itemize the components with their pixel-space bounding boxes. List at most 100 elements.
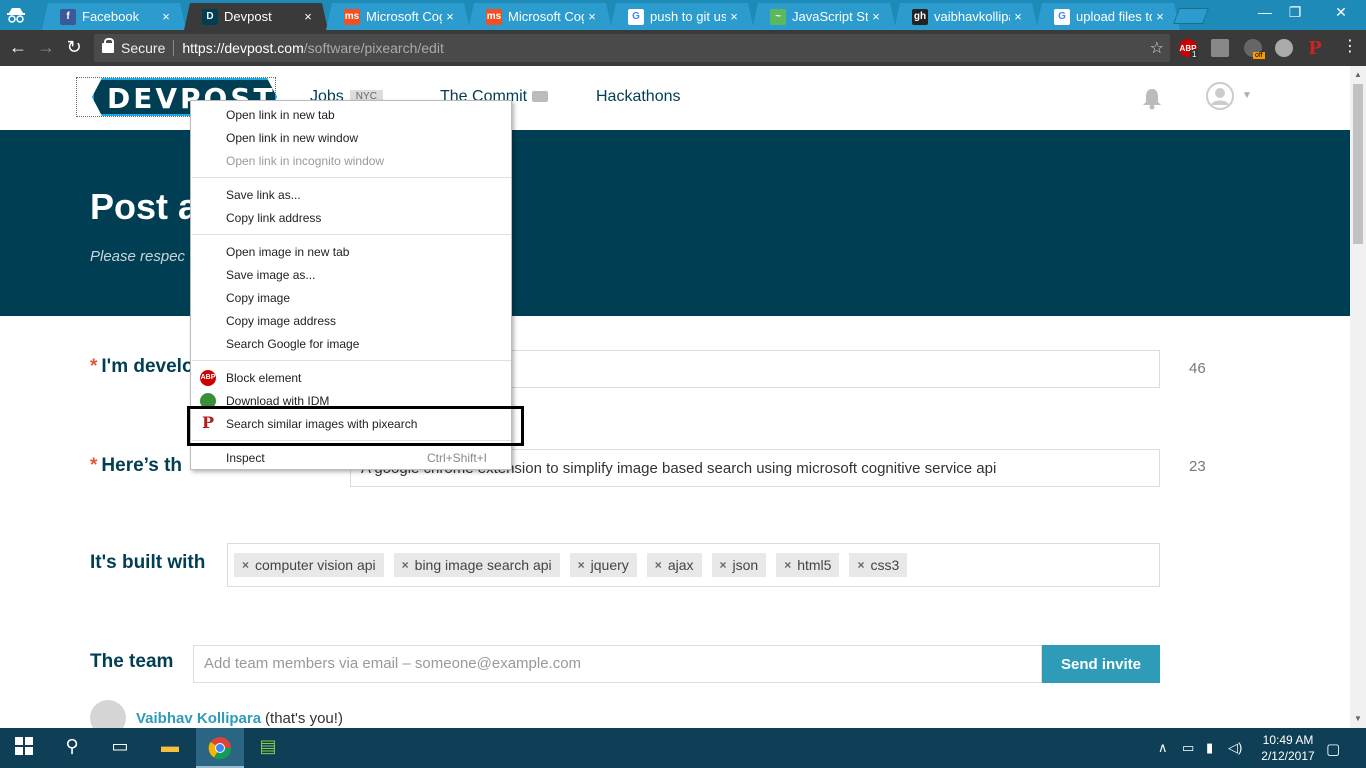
menu-copy-link-address[interactable]: Copy link address <box>191 207 511 229</box>
tag-remove-icon[interactable]: × <box>242 558 249 572</box>
adblock-count-badge: 1 <box>1190 50 1199 59</box>
tab-close-icon[interactable]: × <box>442 9 458 24</box>
menu-open-image-new-tab[interactable]: Open image in new tab <box>191 241 511 263</box>
menu-open-link-incognito: Open link in incognito window <box>226 154 385 168</box>
menu-block-element[interactable]: ABP Block element <box>191 367 511 389</box>
volume-icon[interactable]: ◁) <box>1228 740 1242 756</box>
system-clock[interactable]: 10:49 AM 2/12/2017 <box>1256 732 1320 764</box>
tag-remove-icon[interactable]: × <box>402 558 409 572</box>
chrome-menu-icon[interactable]: ⋮ <box>1340 38 1360 56</box>
send-invite-button[interactable]: Send invite <box>1042 645 1160 683</box>
bookmark-star-icon[interactable]: ☆ <box>1150 38 1164 58</box>
tag-remove-icon[interactable]: × <box>578 558 585 572</box>
tech-tag: × json <box>711 553 767 577</box>
reload-icon[interactable]: ↻ <box>64 38 84 56</box>
action-center-icon[interactable]: ▢ <box>1326 740 1340 758</box>
menu-copy-image[interactable]: Copy image <box>191 287 511 309</box>
scroll-thumb[interactable] <box>1353 84 1363 244</box>
browser-tab[interactable]: f Facebook × <box>42 3 186 30</box>
url-host: https://devpost.com <box>182 40 304 56</box>
tab-close-icon[interactable]: × <box>584 9 600 24</box>
browser-tab[interactable]: gh vaibhavkollipar× <box>894 3 1038 30</box>
team-label: The team <box>90 651 174 672</box>
tray-chevron-icon[interactable]: ∧ <box>1158 740 1168 756</box>
tab-close-icon[interactable]: × <box>868 9 884 24</box>
scroll-up-icon[interactable]: ▲ <box>1354 70 1362 79</box>
team-email-input[interactable]: Add team members via email – someone@exa… <box>193 645 1042 683</box>
tab-close-icon[interactable]: × <box>158 9 174 24</box>
elevator-pitch-label: * Here’s th <box>90 455 183 476</box>
search-icon[interactable]: ⚲ <box>60 736 84 760</box>
close-window-icon[interactable]: ✕ <box>1326 4 1356 21</box>
windows-start-icon[interactable] <box>12 736 36 760</box>
url-path: /software/pixearch/edit <box>303 40 444 56</box>
tab-title: Facebook <box>82 9 140 24</box>
chrome-taskbar-icon[interactable] <box>208 736 232 760</box>
user-avatar-icon[interactable] <box>1206 82 1234 110</box>
browser-tab[interactable]: ms Microsoft Cogn× <box>326 3 470 30</box>
cloud-extension-icon[interactable] <box>1275 39 1293 57</box>
built-with-tags-input[interactable]: × computer vision api × bing image search a… <box>227 543 1160 587</box>
tab-favicon-icon: ms <box>486 9 502 25</box>
tab-title: Microsoft Cogn <box>508 9 581 24</box>
notification-bell-icon[interactable] <box>1142 88 1162 110</box>
scroll-down-icon[interactable]: ▼ <box>1354 714 1362 723</box>
back-icon[interactable]: ← <box>8 38 28 56</box>
tag-remove-icon[interactable]: × <box>857 558 864 572</box>
browser-tab[interactable]: ~ JavaScript Strin× <box>752 3 896 30</box>
developing-label: * I'm develo <box>90 356 194 377</box>
developing-char-count: 46 <box>1189 360 1206 377</box>
tag-remove-icon[interactable]: × <box>720 558 727 572</box>
browser-tab[interactable]: Gpush to git usin× <box>610 3 754 30</box>
address-separator <box>173 40 175 56</box>
developing-label-text: I'm develo <box>101 356 194 377</box>
nav-hackathons[interactable]: Hackathons <box>596 88 681 106</box>
menu-inspect[interactable]: Inspect Ctrl+Shift+I <box>191 447 511 469</box>
restore-icon[interactable]: ❐ <box>1280 4 1310 21</box>
chevron-down-icon[interactable]: ▼ <box>1242 90 1252 101</box>
tab-close-icon[interactable]: × <box>1152 9 1168 24</box>
tag-remove-icon[interactable]: × <box>655 558 662 572</box>
pixearch-extension-icon[interactable]: P <box>1306 37 1324 59</box>
menu-copy-image-address[interactable]: Copy image address <box>191 310 511 332</box>
task-view-icon[interactable]: ▭ <box>108 736 132 760</box>
tab-favicon-icon: G <box>1054 9 1070 25</box>
battery-icon[interactable]: ▮ <box>1206 740 1213 756</box>
tag-remove-icon[interactable]: × <box>784 558 791 572</box>
menu-search-google-image[interactable]: Search Google for image <box>191 333 511 355</box>
forward-icon[interactable]: → <box>36 38 56 56</box>
pixearch-ext-label: P <box>1308 37 1322 59</box>
tab-close-icon[interactable]: × <box>1010 9 1026 24</box>
menu-open-link-new-window[interactable]: Open link in new window <box>191 127 511 149</box>
browser-tab[interactable]: Gupload files to × <box>1036 3 1180 30</box>
incognito-icon <box>6 7 26 23</box>
tab-close-icon[interactable]: × <box>300 9 316 24</box>
member-name-link[interactable]: Vaibhav Kollipara <box>136 710 261 727</box>
tab-title: vaibhavkollipar <box>934 9 1009 24</box>
member-note: (that's you!) <box>265 709 343 727</box>
reader-extension-icon[interactable] <box>1211 39 1229 57</box>
menu-save-link[interactable]: Save link as... <box>191 184 511 206</box>
address-bar[interactable]: Secure https://devpost.com/software/pixe… <box>94 34 1170 62</box>
tab-favicon-icon: D <box>202 9 218 25</box>
adblock-icon-label: ABP <box>200 374 216 381</box>
new-tab-button[interactable] <box>1173 8 1209 24</box>
pixearch-highlight-box <box>187 406 524 446</box>
network-icon[interactable]: ▭ <box>1182 740 1194 756</box>
browser-tab[interactable]: D Devpost × <box>184 3 328 30</box>
tag-label: json <box>732 557 759 573</box>
extension-off-badge: off <box>1253 52 1265 59</box>
tab-title: Devpost <box>224 9 272 24</box>
minimize-icon[interactable]: — <box>1250 4 1280 20</box>
clock-date: 2/12/2017 <box>1261 749 1315 763</box>
menu-separator <box>192 360 511 361</box>
file-explorer-icon[interactable]: ▬ <box>158 736 182 760</box>
tab-close-icon[interactable]: × <box>726 9 742 24</box>
tag-label: jquery <box>590 557 629 573</box>
menu-open-link-new-tab[interactable]: Open link in new tab <box>191 104 511 126</box>
browser-tab[interactable]: ms Microsoft Cogn× <box>468 3 612 30</box>
built-with-label: It's built with <box>90 552 206 573</box>
notepad-plus-icon[interactable]: ▤ <box>256 736 280 760</box>
page-scrollbar[interactable]: ▲ ▼ <box>1350 66 1366 728</box>
menu-save-image[interactable]: Save image as... <box>191 264 511 286</box>
